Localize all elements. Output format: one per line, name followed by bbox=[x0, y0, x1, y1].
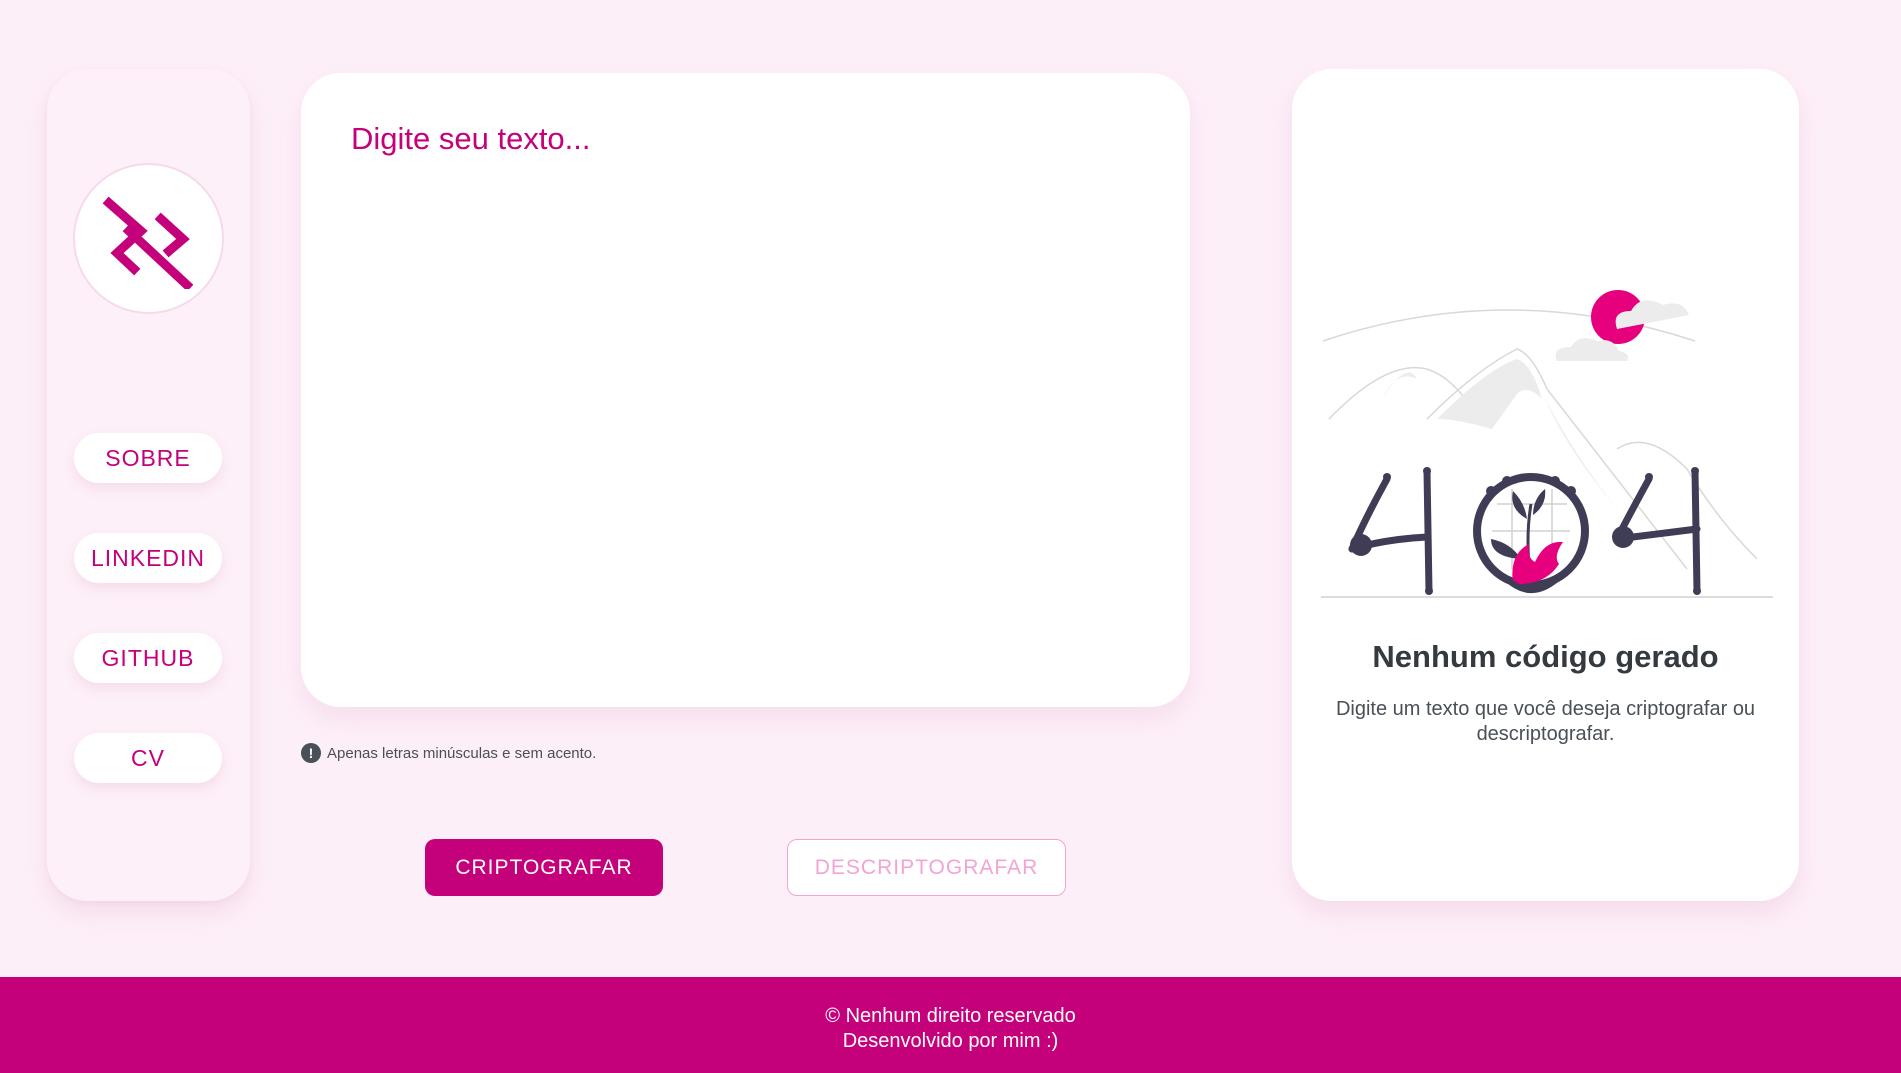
output-title: Nenhum código gerado bbox=[1372, 639, 1719, 674]
dot-shape bbox=[1645, 473, 1653, 481]
hint-text: Apenas letras minúsculas e sem acento. bbox=[327, 744, 597, 762]
dot-shape bbox=[1423, 467, 1431, 475]
nav-github-button[interactable]: GITHUB bbox=[74, 633, 222, 683]
dot-shape bbox=[1502, 476, 1512, 486]
decrypt-button[interactable]: DESCRIPTOGRAFAR bbox=[787, 839, 1066, 896]
nav-linkedin-button[interactable]: LINKEDIN bbox=[74, 533, 222, 583]
dot-shape bbox=[1550, 476, 1560, 486]
sidebar: SOBRE LINKEDIN GITHUB CV bbox=[47, 69, 250, 901]
dot-shape bbox=[1612, 526, 1634, 548]
window-grid bbox=[1492, 489, 1570, 569]
dot-shape bbox=[1486, 486, 1496, 496]
dot-shape bbox=[1350, 534, 1372, 556]
dot-shape bbox=[1383, 473, 1391, 481]
plant-leaf bbox=[1533, 489, 1546, 515]
input-hint: ! Apenas letras minúsculas e sem acento. bbox=[301, 742, 596, 764]
dot-shape bbox=[1425, 587, 1433, 595]
dot-shape bbox=[1566, 486, 1576, 496]
digit-4-left bbox=[1348, 467, 1433, 595]
logo[interactable] bbox=[73, 163, 224, 314]
dot-shape bbox=[1691, 467, 1699, 475]
footer-copyright: © Nenhum direito reservado bbox=[825, 1005, 1076, 1027]
footer-credit: Desenvolvido por mim :) bbox=[842, 1030, 1059, 1052]
exclamation-icon: ! bbox=[301, 743, 321, 763]
nav-cv-button[interactable]: CV bbox=[74, 733, 222, 783]
mountain-shape bbox=[1545, 399, 1617, 509]
plant-leaf bbox=[1512, 491, 1527, 519]
text-input-card bbox=[301, 73, 1190, 707]
encrypt-button[interactable]: CRIPTOGRAFAR bbox=[425, 839, 663, 896]
output-card: Nenhum código gerado Digite um texto que… bbox=[1292, 69, 1799, 901]
nav-sobre-button[interactable]: SOBRE bbox=[74, 433, 222, 483]
mountain-shape bbox=[1382, 372, 1417, 399]
text-input[interactable] bbox=[351, 121, 1141, 661]
404-illustration bbox=[1321, 290, 1773, 598]
cipher-logo-icon bbox=[102, 196, 193, 289]
footer: © Nenhum direito reservado Desenvolvido … bbox=[0, 977, 1901, 1073]
dot-shape bbox=[1693, 587, 1701, 595]
output-message: Digite um texto que você deseja criptogr… bbox=[1335, 698, 1756, 745]
